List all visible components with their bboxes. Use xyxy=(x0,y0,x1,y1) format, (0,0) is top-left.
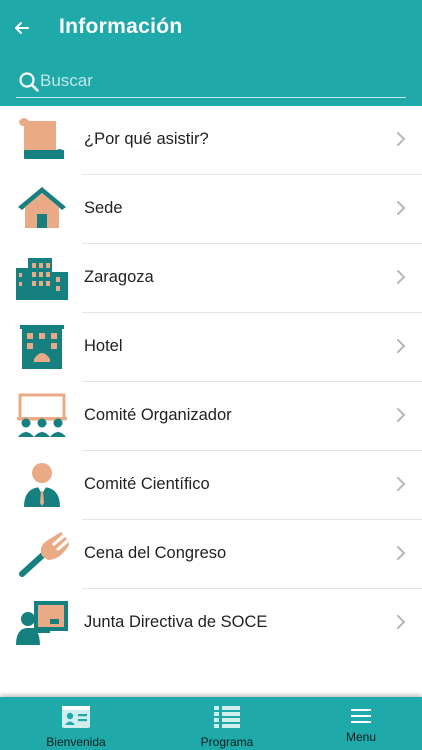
nav-label: Programa xyxy=(200,735,254,749)
list-item-label: Comité Organizador xyxy=(84,406,232,424)
board-presenter-icon xyxy=(14,599,70,647)
chevron-right-icon xyxy=(397,132,406,146)
list-item-zaragoza[interactable]: Zaragoza xyxy=(0,244,422,313)
list-item-label: Junta Directiva de SOCE xyxy=(84,613,268,631)
chevron-right-icon xyxy=(397,270,406,284)
list-item-label: Hotel xyxy=(84,337,123,355)
city-icon xyxy=(14,254,70,302)
list-item-label: Zaragoza xyxy=(84,268,154,286)
search-input[interactable] xyxy=(40,68,400,94)
house-icon xyxy=(14,185,70,233)
app-header: Información xyxy=(0,0,422,106)
committee-icon xyxy=(14,392,70,440)
scroll-icon xyxy=(14,116,70,164)
info-list: ¿Por qué asistir? Sede Zaragoza Hotel Co… xyxy=(0,106,422,658)
fork-icon xyxy=(14,530,70,578)
list-item-label: Sede xyxy=(84,199,123,217)
list-item-junta-directiva[interactable]: Junta Directiva de SOCE xyxy=(0,589,422,658)
list-item-label: Cena del Congreso xyxy=(84,544,227,562)
bottom-navigation: Bienvenida Programa Menu xyxy=(0,697,422,750)
id-card-icon xyxy=(62,706,90,728)
hotel-icon xyxy=(14,323,70,371)
back-button[interactable] xyxy=(8,14,36,42)
list-item-label: Comité Científico xyxy=(84,475,210,493)
chevron-right-icon xyxy=(397,477,406,491)
list-item-label: ¿Por qué asistir? xyxy=(84,130,209,148)
nav-label: Menu xyxy=(345,730,377,744)
list-item-hotel[interactable]: Hotel xyxy=(0,313,422,382)
chevron-right-icon xyxy=(397,615,406,629)
chevron-right-icon xyxy=(397,201,406,215)
list-item-cena-del-congreso[interactable]: Cena del Congreso xyxy=(0,520,422,589)
arrow-left-icon xyxy=(15,22,29,34)
list-item-por-que-asistir[interactable]: ¿Por qué asistir? xyxy=(0,106,422,175)
page-title: Información xyxy=(59,15,183,38)
chevron-right-icon xyxy=(397,546,406,560)
list-item-comite-cientifico[interactable]: Comité Científico xyxy=(0,451,422,520)
nav-menu[interactable]: Menu xyxy=(301,697,421,750)
list-item-comite-organizador[interactable]: Comité Organizador xyxy=(0,382,422,451)
list-item-sede[interactable]: Sede xyxy=(0,175,422,244)
nav-bienvenida[interactable]: Bienvenida xyxy=(16,697,136,750)
hamburger-icon xyxy=(351,709,371,723)
nav-label: Bienvenida xyxy=(46,735,106,749)
chevron-right-icon xyxy=(397,339,406,353)
list-icon xyxy=(214,706,240,728)
search-bar xyxy=(16,64,406,98)
chevron-right-icon xyxy=(397,408,406,422)
search-icon xyxy=(19,72,39,92)
nav-programa[interactable]: Programa xyxy=(167,697,287,750)
scientist-icon xyxy=(14,461,70,509)
